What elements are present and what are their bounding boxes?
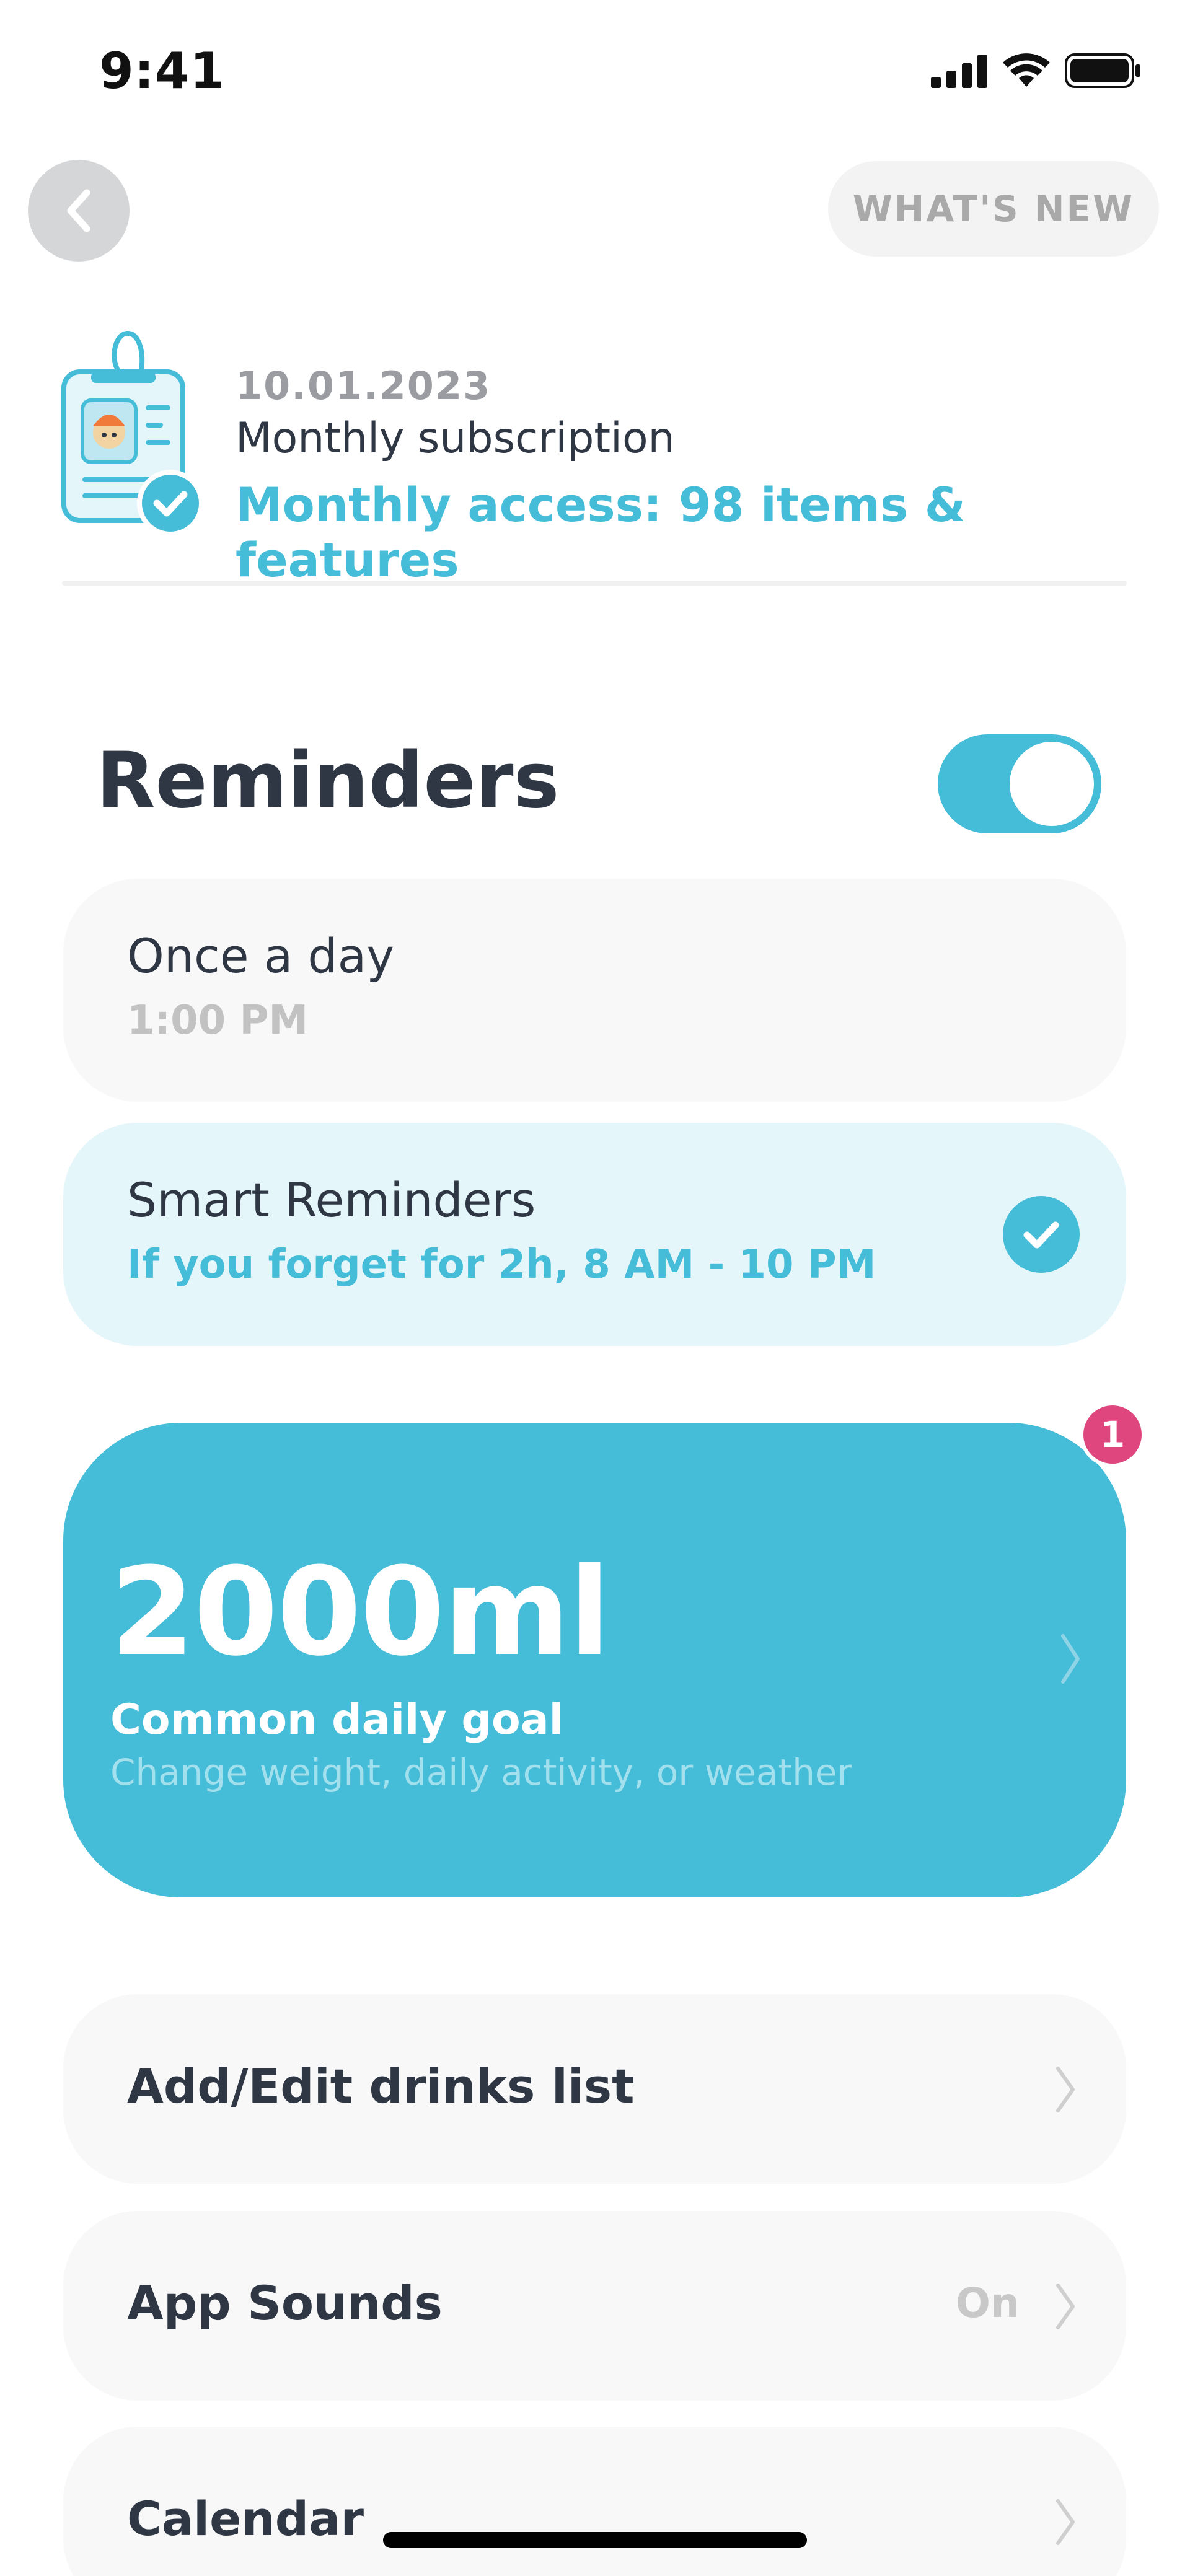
chevron-right-icon xyxy=(1056,2067,1075,2112)
reminder-option-label: Smart Reminders xyxy=(127,1172,536,1228)
reminders-heading: Reminders xyxy=(96,736,560,825)
toggle-knob xyxy=(1010,742,1094,826)
goal-label: Common daily goal xyxy=(110,1695,563,1744)
settings-row-calendar[interactable]: Calendar xyxy=(63,2427,1126,2576)
cellular-signal-icon xyxy=(931,55,987,88)
settings-row-label: App Sounds xyxy=(127,2275,443,2331)
status-icons xyxy=(931,52,1142,89)
chevron-right-icon xyxy=(1061,1634,1080,1684)
checkmark-icon xyxy=(1003,1196,1080,1273)
subscription-title: Monthly subscription xyxy=(236,414,675,463)
chevron-left-icon xyxy=(67,189,90,232)
reminder-option-time: 1:00 PM xyxy=(127,998,309,1044)
subscription-access[interactable]: Monthly access: 98 items & features xyxy=(236,477,1190,587)
divider xyxy=(62,581,1127,586)
wifi-icon xyxy=(1003,53,1050,87)
notification-badge: 1 xyxy=(1080,1402,1145,1467)
settings-row-app-sounds[interactable]: App Sounds On xyxy=(63,2211,1126,2401)
battery-icon xyxy=(1065,53,1140,88)
chevron-right-icon xyxy=(1056,2499,1075,2545)
status-time: 9:41 xyxy=(99,42,225,100)
reminder-option-once-a-day[interactable]: Once a day 1:00 PM xyxy=(63,879,1126,1102)
home-indicator[interactable] xyxy=(383,2532,807,2548)
settings-row-label: Calendar xyxy=(127,2491,364,2546)
daily-goal-card[interactable]: 2000ml Common daily goal Change weight, … xyxy=(63,1423,1126,1897)
reminder-option-description: If you forget for 2h, 8 AM - 10 PM xyxy=(127,1242,876,1288)
chevron-right-icon xyxy=(1056,2284,1075,2329)
goal-value: 2000ml xyxy=(110,1542,610,1683)
settings-row-label: Add/Edit drinks list xyxy=(127,2059,635,2114)
id-badge-icon xyxy=(61,331,204,537)
reminder-option-smart-reminders[interactable]: Smart Reminders If you forget for 2h, 8 … xyxy=(63,1123,1126,1346)
goal-description: Change weight, daily activity, or weathe… xyxy=(110,1751,852,1793)
reminder-option-label: Once a day xyxy=(127,928,395,983)
settings-row-value: On xyxy=(955,2279,1020,2327)
whats-new-button[interactable]: WHAT'S NEW xyxy=(828,161,1159,257)
reminders-toggle[interactable] xyxy=(938,734,1101,833)
back-button[interactable] xyxy=(28,160,130,262)
subscription-date: 10.01.2023 xyxy=(236,363,491,408)
settings-row-drinks-list[interactable]: Add/Edit drinks list xyxy=(63,1994,1126,2184)
